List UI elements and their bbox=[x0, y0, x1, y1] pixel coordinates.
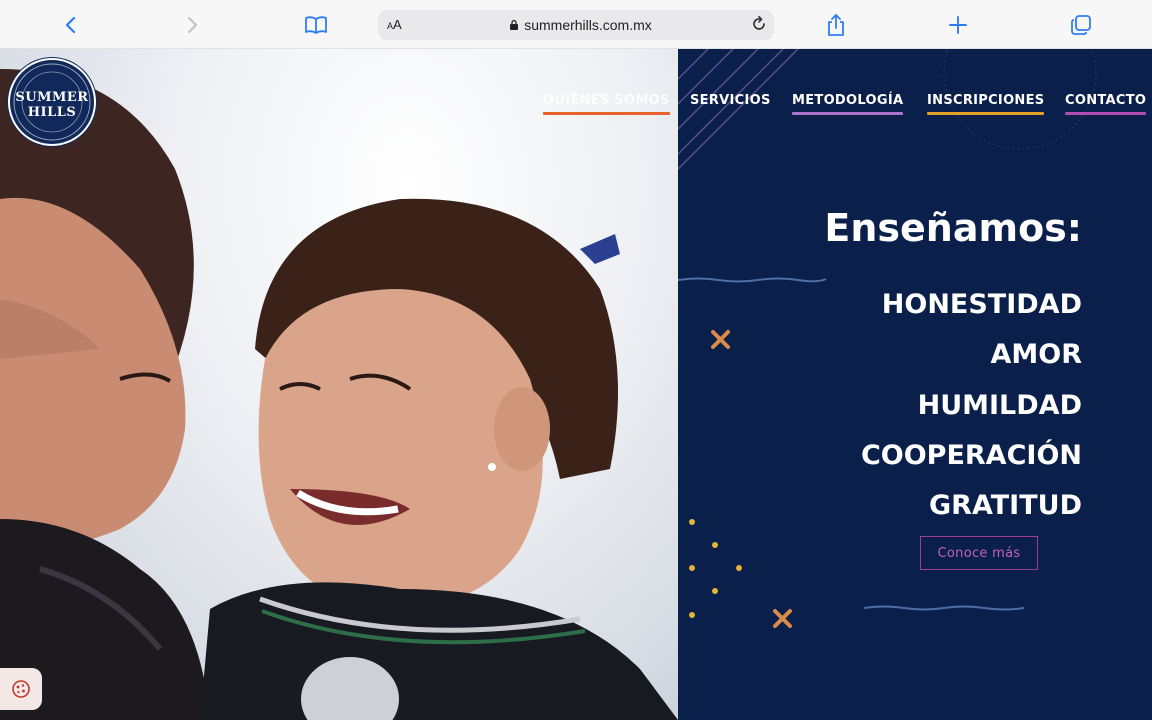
nav-underline bbox=[792, 112, 904, 115]
nav-underline bbox=[1065, 112, 1147, 115]
hero-heading: Enseñamos: bbox=[824, 206, 1082, 250]
share-icon bbox=[828, 14, 844, 36]
values-list: HONESTIDAD AMOR HUMILDAD COOPERACIÓN GRA… bbox=[861, 280, 1082, 531]
cookie-icon bbox=[12, 680, 30, 698]
back-button[interactable] bbox=[57, 11, 85, 39]
new-tab-button[interactable] bbox=[944, 11, 972, 39]
conoce-mas-button[interactable]: Conoce más bbox=[920, 536, 1038, 570]
forward-icon bbox=[187, 16, 198, 34]
nav-quienes-somos-link[interactable]: QUIÉNES SOMOS bbox=[543, 93, 670, 115]
hero-photo-illustration bbox=[0, 69, 678, 720]
cookie-settings-button[interactable] bbox=[0, 668, 42, 710]
value-item: COOPERACIÓN bbox=[860, 439, 1082, 471]
nav-contacto-link[interactable]: CONTACTO bbox=[1065, 93, 1147, 115]
reload-icon bbox=[753, 15, 765, 30]
nav-underline bbox=[543, 112, 670, 115]
url-display: summerhills.com.mx bbox=[378, 17, 774, 33]
lock-icon bbox=[510, 20, 519, 30]
back-icon bbox=[65, 16, 76, 34]
value-item: AMOR bbox=[990, 339, 1082, 371]
nav-servicios-link[interactable]: SERVICIOS bbox=[690, 93, 771, 115]
value-item: HUMILDAD bbox=[917, 389, 1082, 421]
summer-hills-logo[interactable]: SUMMER HILLS bbox=[8, 58, 96, 146]
value-item: HONESTIDAD bbox=[881, 289, 1082, 320]
value-item: GRATITUD bbox=[929, 490, 1082, 522]
bookmarks-icon bbox=[305, 16, 327, 34]
share-button[interactable] bbox=[822, 11, 850, 39]
forward-button[interactable] bbox=[178, 11, 206, 39]
url-text: summerhills.com.mx bbox=[524, 17, 652, 33]
nav-inscripciones-link[interactable]: INSCRIPCIONES bbox=[927, 93, 1045, 115]
address-bar[interactable]: AA summerhills.com.mx bbox=[378, 10, 774, 40]
nav-metodologia-link[interactable]: METODOLOGÍA bbox=[792, 93, 904, 115]
nav-underline bbox=[927, 112, 1045, 115]
new-tab-icon bbox=[949, 16, 967, 34]
logo-wordmark: SUMMER HILLS bbox=[15, 90, 89, 120]
hero-photo bbox=[0, 49, 678, 720]
browser-toolbar: AA summerhills.com.mx bbox=[0, 0, 1152, 49]
tabs-button[interactable] bbox=[1067, 11, 1095, 39]
reload-button[interactable] bbox=[750, 15, 768, 37]
bookmarks-button[interactable] bbox=[302, 11, 330, 39]
tabs-icon bbox=[1071, 15, 1091, 35]
